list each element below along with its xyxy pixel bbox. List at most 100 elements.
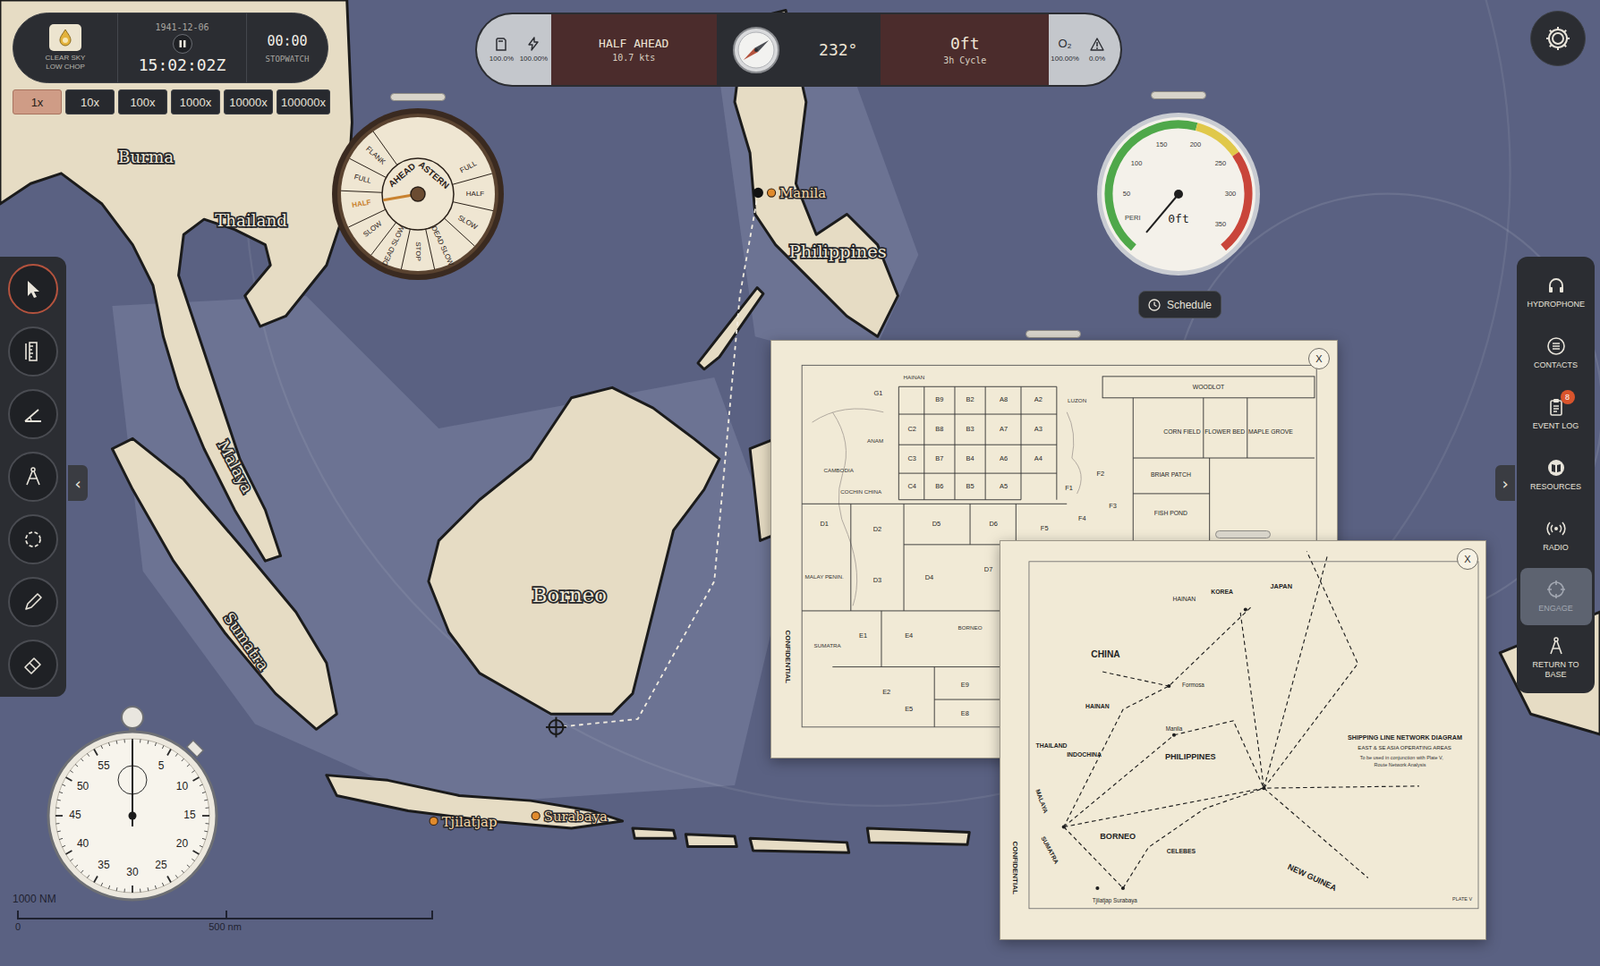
engine-telegraph[interactable]: FLANKFULLHALFSLOWDEAD SLOWSTOPDEAD SLOWS… (331, 107, 505, 281)
shipping-network-diagram: HAINANKOREAJAPANCHINAFormosaHAINANTHAILA… (1000, 541, 1486, 940)
station-button[interactable]: RADIO (1520, 507, 1592, 565)
time-compression-button[interactable]: 100x (118, 89, 168, 115)
port-marker[interactable]: Tjilatjap (429, 814, 497, 830)
telegraph-order[interactable]: FULL (353, 172, 374, 186)
gauge-tick-label: 150 (1156, 140, 1168, 149)
stopwatch-number: 35 (97, 859, 111, 872)
ocean (0, 0, 1600, 966)
heading-display[interactable]: 232° (795, 14, 881, 86)
java-land (326, 775, 623, 829)
gauge-caution-zone (1196, 127, 1236, 155)
diagram-note: To be used in conjunction with Plate V, (1360, 755, 1445, 761)
weather-cell[interactable]: CLEAR SKYLOW CHOP (13, 13, 119, 83)
engine-order-display[interactable]: HALF AHEAD10.7 kts (551, 14, 717, 86)
drag-handle[interactable] (1025, 330, 1081, 339)
drag-handle[interactable] (1215, 530, 1271, 539)
tool-button[interactable] (8, 389, 59, 440)
place-label: COCHIN CHINA (840, 488, 883, 495)
stopwatch-crown[interactable] (121, 706, 144, 729)
pause-button[interactable] (172, 34, 193, 54)
close-button[interactable]: X (1456, 548, 1479, 571)
port-marker[interactable]: Manila (767, 185, 827, 201)
drag-handle[interactable] (390, 93, 446, 102)
date-text: 1941-12-06 (154, 22, 209, 33)
port-marker[interactable]: Surabaya (531, 808, 608, 825)
expand-panel-button[interactable]: › (1495, 465, 1515, 502)
port-dot[interactable] (531, 812, 540, 821)
stopwatch-cell[interactable]: 00:00STOPWATCH (246, 13, 328, 83)
zone-label: D1 (819, 519, 828, 528)
map-place-label: THAILAND (1036, 742, 1068, 749)
port-dot[interactable] (767, 188, 776, 197)
fuel-indicator: 100.0% (485, 36, 517, 63)
zone-label: E8 (961, 709, 970, 718)
drag-handle[interactable] (1150, 91, 1207, 100)
fuel-value: 100.0% (489, 54, 514, 63)
circle-tool-icon (22, 528, 44, 551)
telegraph-order[interactable]: FLANK (364, 144, 388, 167)
zone-label: D7 (984, 565, 993, 574)
telegraph-order[interactable]: HALF (351, 197, 373, 210)
station-button[interactable]: RETURN TO BASE (1520, 629, 1592, 687)
time-compression-button[interactable]: 100000x (276, 89, 331, 115)
telegraph-order[interactable]: DEAD SLOW (429, 224, 456, 268)
depth-gauge[interactable]: PERI501001502002503003500ft (1096, 111, 1261, 277)
tool-button[interactable] (8, 263, 59, 315)
map-place-label: CELEBES (1166, 848, 1197, 855)
collapse-toolbar-button[interactable]: ‹ (68, 465, 88, 502)
time-compression-button[interactable]: 10000x (223, 89, 273, 115)
zone-label: B9 (935, 395, 944, 404)
telegraph-order[interactable]: FULL (459, 159, 479, 175)
station-button[interactable]: RESOURCES (1520, 446, 1592, 504)
radio-waves-icon (1546, 519, 1566, 539)
telegraph-order[interactable]: DEAD SLOW (380, 224, 407, 268)
gauge-tick-label: 250 (1215, 159, 1227, 168)
island-land (749, 838, 850, 853)
compass-icon[interactable] (731, 25, 781, 75)
place-label: MALAY PENIN. (805, 573, 844, 580)
port-node (1166, 684, 1171, 689)
telegraph-order[interactable]: STOP (414, 241, 423, 262)
telegraph-order[interactable]: HALF (466, 189, 486, 198)
scale-bar (17, 918, 434, 920)
new-guinea-land (1499, 612, 1600, 735)
telegraph-order[interactable]: SLOW (456, 213, 479, 232)
station-button[interactable]: CONTACTS (1520, 324, 1592, 383)
tool-button[interactable] (8, 514, 59, 565)
settings-button[interactable] (1530, 10, 1586, 67)
tool-button[interactable] (8, 639, 59, 690)
station-button[interactable]: 8EVENT LOG (1520, 385, 1592, 443)
compass-cell (716, 14, 796, 86)
compass-divider-icon (1546, 636, 1566, 656)
time-compression-button[interactable]: 1x (12, 89, 62, 115)
telegraph-order[interactable]: SLOW (361, 219, 383, 239)
close-button[interactable]: X (1308, 348, 1330, 370)
station-button[interactable]: ENGAGE (1520, 568, 1592, 626)
station-label: CONTACTS (1533, 360, 1578, 371)
zone-label: A7 (999, 425, 1008, 434)
sun-drop-icon (57, 28, 74, 47)
shipping-network-document[interactable]: HAINANKOREAJAPANCHINAFormosaHAINANTHAILA… (999, 540, 1487, 941)
station-label: RETURN TO BASE (1527, 660, 1585, 681)
gauge-safe-zone (1108, 124, 1197, 248)
port-dot[interactable] (429, 817, 438, 826)
zone-label: E1 (859, 631, 868, 640)
plate-label: PLATE V (1452, 896, 1473, 903)
gauge-tick-label: PERI (1124, 213, 1141, 222)
station-button[interactable]: HYDROPHONE (1520, 263, 1592, 322)
tool-button[interactable] (8, 577, 59, 628)
map-place-label: HAINAN (1172, 595, 1196, 603)
stopwatch-dial[interactable]: 555101520253035404550 (29, 702, 236, 918)
time-compression-button[interactable]: 1000x (170, 89, 221, 115)
tool-button[interactable] (8, 326, 59, 377)
submarine-crosshair-icon[interactable] (545, 717, 567, 739)
zone-label: C3 (907, 454, 916, 463)
weather-sky: CLEAR SKY (45, 53, 86, 63)
zone-label: E5 (904, 705, 913, 714)
depth-display[interactable]: 0ft3h Cycle (880, 14, 1049, 86)
time-compression-button[interactable]: 10x (65, 89, 115, 115)
cycle-value: 3h Cycle (943, 55, 987, 66)
engine-order: HALF AHEAD (598, 36, 669, 51)
schedule-button[interactable]: Schedule (1138, 290, 1222, 319)
tool-button[interactable] (8, 451, 59, 503)
